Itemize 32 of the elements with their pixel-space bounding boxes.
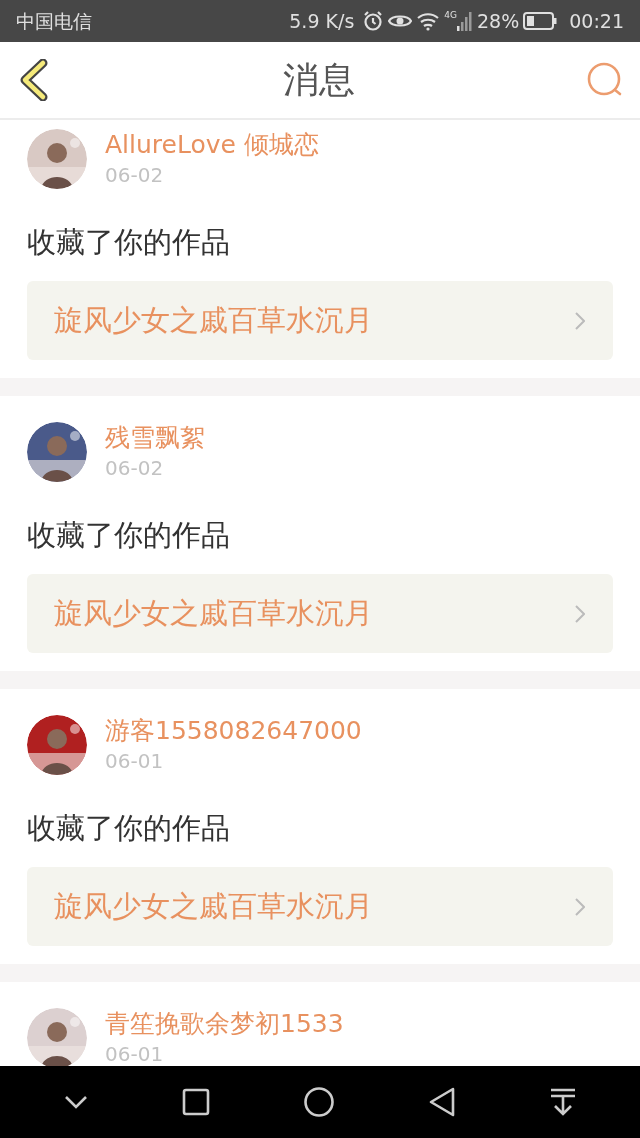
message-text: 收藏了你的作品 [27,810,231,847]
hide-bar-icon[interactable] [62,1094,89,1110]
network-speed: 5.9 K/s [289,8,355,34]
back-icon[interactable] [428,1086,457,1118]
message-date: 06-01 [105,748,165,775]
battery-icon [523,12,558,30]
message-date: 06-02 [105,162,165,189]
eye-icon [388,12,413,30]
user-name[interactable]: 青笙挽歌余梦初1533 [105,1008,344,1040]
home-icon[interactable] [302,1086,335,1118]
work-link[interactable]: 旋风少女之戚百草水沉月 [27,281,613,360]
signal-icon [457,11,473,31]
user-name[interactable]: AllureLove 倾城恋 [105,129,319,161]
work-link[interactable]: 旋风少女之戚百草水沉月 [27,867,613,946]
page-title: 消息 [283,58,355,102]
clock-time: 00:21 [569,8,624,34]
chevron-icon [575,311,585,330]
notification-pull-icon[interactable] [549,1087,578,1117]
message-date: 06-01 [105,1041,165,1066]
chevron-icon [575,897,585,916]
user-name[interactable]: 残雪飘絮 [105,422,205,454]
user-name[interactable]: 游客1558082647000 [105,715,362,747]
carrier-name: 中国电信 [16,8,92,34]
network-type: 4G [444,9,457,22]
wifi-icon [416,11,441,31]
message-text: 收藏了你的作品 [27,517,231,554]
chevron-icon [575,604,585,623]
battery-percent: 28% [477,8,520,34]
work-link[interactable]: 旋风少女之戚百草水沉月 [27,574,613,653]
message-date: 06-02 [105,455,165,482]
message-text: 收藏了你的作品 [27,224,231,261]
recent-apps-icon[interactable] [181,1088,210,1116]
